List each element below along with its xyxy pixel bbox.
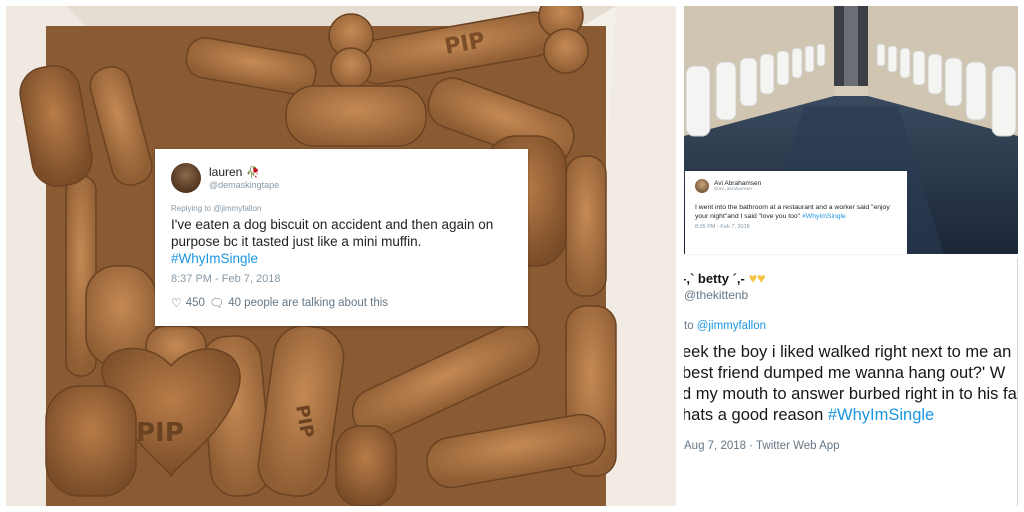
display-name: -,` betty ´,- ♥♥ <box>684 270 765 286</box>
tweet-stats: ♡ 450 🗨 40 people are talking about this <box>171 296 512 310</box>
avatar <box>171 163 201 193</box>
tweet-line: hats a good reason #WhyImSingle <box>684 405 1018 426</box>
reply-handle-link[interactable]: @jimmyfallon <box>697 320 766 332</box>
tweet-line: d my mouth to answer burbed right in to … <box>684 385 1017 403</box>
tweet-card-lauren: lauren 🥀 @demaskingtape Replying to @jimm… <box>155 149 528 326</box>
handle: @demaskingtape <box>209 179 280 190</box>
replying-to: Replying to @jimmyfallon <box>171 204 262 213</box>
replying-to: to @jimmyfallon <box>684 320 766 332</box>
hashtag-link[interactable]: #WhyImSingle <box>171 251 258 266</box>
comment-icon[interactable]: 🗨 <box>209 296 224 310</box>
display-name-text: -,` betty ´,- <box>684 270 745 286</box>
timestamp: 8:35 PM - Feb 7, 2018 <box>695 224 750 230</box>
tweet-line-text: hats a good reason <box>684 406 828 424</box>
flame-icon: 🥀 <box>246 166 261 179</box>
tweet-header: lauren 🥀 @demaskingtape <box>171 161 512 195</box>
display-name: lauren 🥀 <box>209 164 279 180</box>
tweet-line: eek the boy i liked walked right next to… <box>684 343 1012 361</box>
handle: @thekittenb <box>684 288 749 302</box>
tweet-card-avi: Avi Abrahamsen @avi_abrahamsen I went in… <box>685 171 907 254</box>
divider <box>1017 258 1018 506</box>
timestamp: 8:37 PM - Feb 7, 2018 <box>171 273 281 285</box>
heart-icon[interactable]: ♡ <box>171 296 182 310</box>
tweet-body: I've eaten a dog biscuit on accident and… <box>171 217 494 249</box>
talking-count: 40 people are talking about this <box>228 297 389 309</box>
tweet-text: I went into the bathroom at a restaurant… <box>695 203 897 221</box>
like-count: 450 <box>185 297 205 309</box>
tweet-line: best friend dumped me wanna hang out?' W <box>684 364 1006 382</box>
display-name-text: lauren <box>209 164 243 179</box>
tweet-text: eek the boy i liked walked right next to… <box>684 342 1018 426</box>
yellow-heart-icon: ♥♥ <box>748 270 766 286</box>
tweet-text: I've eaten a dog biscuit on accident and… <box>171 216 512 267</box>
handle: @avi_abrahamsen <box>714 186 752 192</box>
reply-prefix: to <box>684 320 694 332</box>
tweet-header: Avi Abrahamsen @avi_abrahamsen <box>695 179 897 193</box>
hashtag-link[interactable]: #WhyImSingle <box>828 406 934 424</box>
timestamp: Aug 7, 2018 · Twitter Web App <box>684 440 840 452</box>
avatar <box>695 179 709 193</box>
pip-stamp: PIP <box>136 418 184 448</box>
tweet-card-betty: -,` betty ´,- ♥♥ @thekittenb to @jimmyfa… <box>684 258 1018 506</box>
tweet-body: I went into the bathroom at a restaurant… <box>695 204 890 220</box>
hashtag-link[interactable]: #WhyImSingle <box>802 213 846 220</box>
